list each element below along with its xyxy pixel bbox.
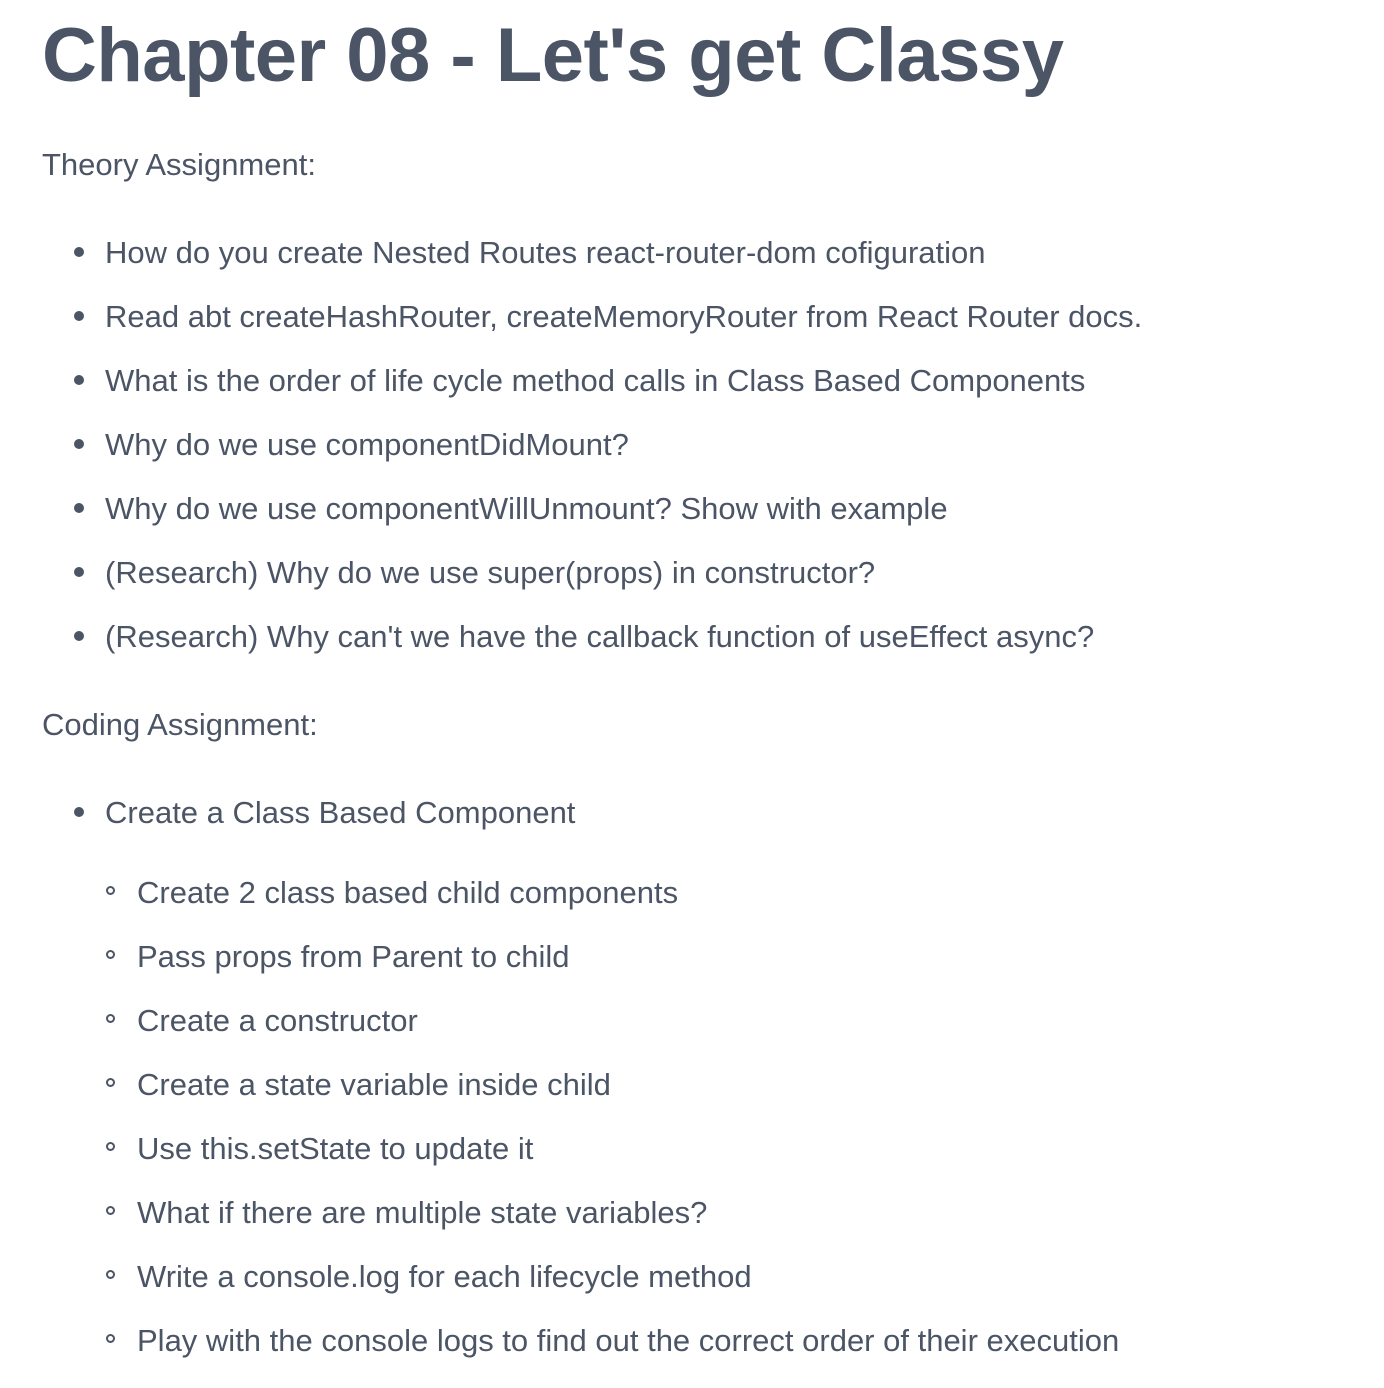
list-item: Create a Class Based Component [42, 793, 575, 857]
list-item: What is the order of life cycle method c… [42, 361, 1142, 425]
circle-bullet-icon [106, 1014, 115, 1023]
bullet-icon [74, 439, 84, 449]
sublist-item: What if there are multiple state variabl… [42, 1193, 1119, 1257]
sublist-item: Use this.setState to update it [42, 1129, 1119, 1193]
circle-bullet-icon [106, 1078, 115, 1087]
page-title: Chapter 08 - Let's get Classy [42, 13, 1064, 98]
sublist-item: Create a constructor [42, 1001, 1119, 1065]
sublist-item: Create 2 class based child components [42, 873, 1119, 937]
bullet-icon [74, 247, 84, 257]
list-item: (Research) Why do we use super(props) in… [42, 553, 1142, 617]
coding-assignment-label: Coding Assignment: [42, 707, 318, 742]
sublist-item: Pass props from Parent to child [42, 937, 1119, 1001]
circle-bullet-icon [106, 1334, 115, 1343]
sublist-item: Create a state variable inside child [42, 1065, 1119, 1129]
circle-bullet-icon [106, 1206, 115, 1215]
circle-bullet-icon [106, 886, 115, 895]
circle-bullet-icon [106, 1142, 115, 1151]
list-item: (Research) Why can't we have the callbac… [42, 617, 1142, 681]
bullet-icon [74, 311, 84, 321]
sublist-item: Play with the console logs to find out t… [42, 1321, 1119, 1385]
bullet-icon [74, 807, 84, 817]
bullet-icon [74, 503, 84, 513]
circle-bullet-icon [106, 1270, 115, 1279]
theory-list: How do you create Nested Routes react-ro… [42, 233, 1142, 681]
list-item: How do you create Nested Routes react-ro… [42, 233, 1142, 297]
bullet-icon [74, 567, 84, 577]
bullet-icon [74, 631, 84, 641]
list-item: Why do we use componentDidMount? [42, 425, 1142, 489]
list-item: Read abt createHashRouter, createMemoryR… [42, 297, 1142, 361]
bullet-icon [74, 375, 84, 385]
theory-assignment-label: Theory Assignment: [42, 147, 316, 182]
sublist-item: Write a console.log for each lifecycle m… [42, 1257, 1119, 1321]
list-item: Why do we use componentWillUnmount? Show… [42, 489, 1142, 553]
coding-list: Create a Class Based Component [42, 793, 575, 857]
circle-bullet-icon [106, 950, 115, 959]
coding-sublist: Create 2 class based child components Pa… [42, 873, 1119, 1385]
